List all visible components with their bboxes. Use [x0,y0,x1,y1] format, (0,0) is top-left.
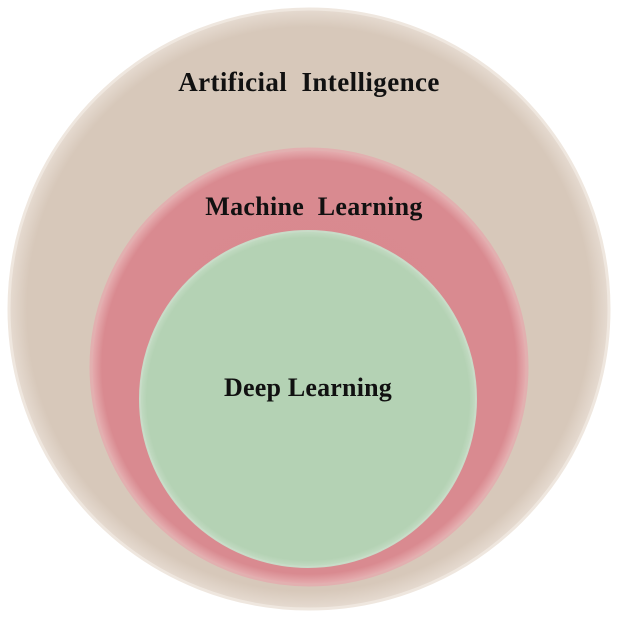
nested-circles-diagram: Artificial Intelligence Machine Learning… [7,7,611,611]
deep-learning-label: Deep Learning [224,373,392,402]
machine-learning-label: Machine Learning [205,192,422,221]
artificial-intelligence-label: Artificial Intelligence [178,67,440,97]
venn-diagram: Artificial Intelligence Machine Learning… [0,0,618,618]
